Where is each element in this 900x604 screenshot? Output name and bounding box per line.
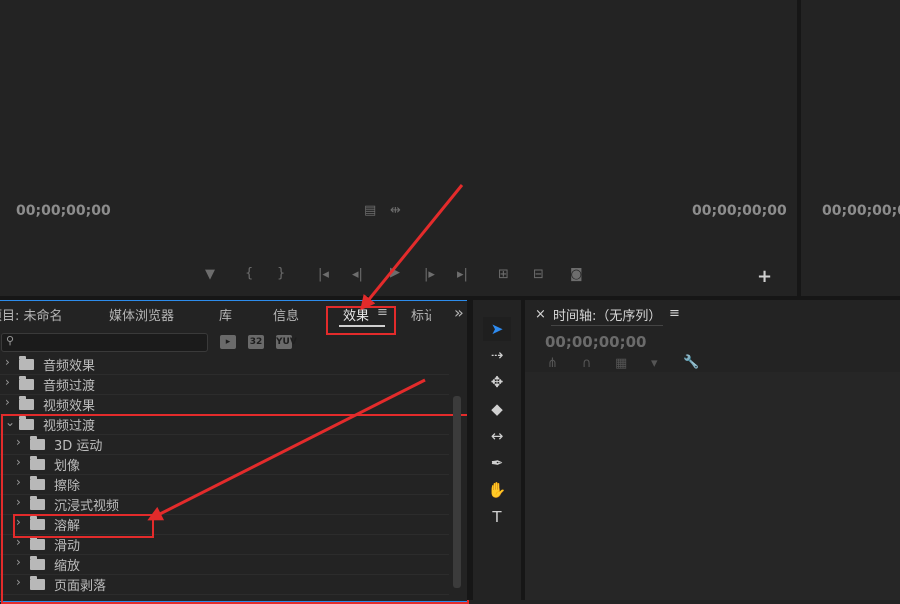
add-marker-icon[interactable]: ▾ <box>651 356 658 371</box>
overwrite-icon[interactable]: ⊟ <box>533 267 544 282</box>
timeline-timecode[interactable]: 00;00;00;00 <box>545 333 647 351</box>
program-timecode-right[interactable]: 00;00;00;00 <box>822 203 900 219</box>
timeline-title[interactable]: 时间轴:（无序列） <box>553 305 661 324</box>
folder-icon <box>19 376 34 390</box>
step-back-icon[interactable]: ◂| <box>352 267 363 282</box>
tab-markers[interactable]: 标记 <box>411 305 431 324</box>
yuv-effects-badge[interactable]: YUV <box>276 335 297 349</box>
source-monitor: 00;00;00;00 ▤ ⇹ 00;00;00;00 ▼ { } |◂ ◂| … <box>0 0 797 296</box>
overflow-chevron-icon[interactable]: » <box>454 303 464 322</box>
source-timecode[interactable]: 00;00;00;00 <box>16 203 111 219</box>
timeline-panel: × 时间轴:（无序列） ≡ 00;00;00;00 ⋔ ∩ ▦ ▾ 🔧 <box>525 300 900 600</box>
go-to-in-icon[interactable]: |◂ <box>318 267 329 282</box>
settings-icon[interactable]: ⇹ <box>390 203 401 218</box>
tab-project[interactable]: 项目: 未命名 <box>0 305 63 324</box>
timeline-track-area[interactable] <box>525 372 900 600</box>
play-icon[interactable]: ▶ <box>390 265 400 280</box>
folder-icon <box>19 356 34 370</box>
slip-tool-icon[interactable]: ↔ <box>483 424 511 448</box>
export-frame-icon[interactable]: ▤ <box>364 203 376 218</box>
annotation-box-video-transitions <box>1 414 469 604</box>
track-select-tool-icon[interactable]: ⇢ <box>483 343 511 367</box>
chevron-right-icon[interactable]: › <box>5 375 10 389</box>
tree-item-label: 视频效果 <box>43 399 96 414</box>
effects-panel: 项目: 未命名 媒体浏览器 库 信息 效果 ≡ 标记 » ⚲ ▸ 32 YUV … <box>0 300 469 604</box>
selection-tool-icon[interactable]: ➤ <box>483 317 511 341</box>
hand-tool-icon[interactable]: ✋ <box>483 478 511 502</box>
linked-selection-icon[interactable]: ▦ <box>615 356 627 371</box>
type-tool-icon[interactable]: T <box>483 505 511 529</box>
tree-item-video-effects[interactable]: › 视频效果 <box>0 394 449 415</box>
tree-item-label: 音频效果 <box>43 359 96 374</box>
marker-icon[interactable]: ▼ <box>205 267 215 282</box>
effects-search-input[interactable]: ⚲ <box>1 333 208 352</box>
annotation-box-effects-tab <box>326 306 396 335</box>
snap-icon[interactable]: ∩ <box>582 356 592 371</box>
timeline-menu-icon[interactable]: ≡ <box>669 306 680 321</box>
nest-icon[interactable]: ⋔ <box>547 356 558 371</box>
pen-tool-icon[interactable]: ✒ <box>483 451 511 475</box>
tree-item-audio-transitions[interactable]: › 音频过渡 <box>0 374 449 395</box>
camera-icon[interactable]: ◙ <box>570 267 583 282</box>
wrench-icon[interactable]: 🔧 <box>683 355 699 370</box>
tab-info[interactable]: 信息 <box>273 305 299 324</box>
go-to-out-icon[interactable]: ▸| <box>457 267 468 282</box>
mark-in-icon[interactable]: { <box>245 266 253 281</box>
step-forward-icon[interactable]: |▸ <box>424 267 435 282</box>
mark-out-icon[interactable]: } <box>277 266 285 281</box>
chevron-right-icon[interactable]: › <box>5 395 10 409</box>
program-monitor: 00;00;00;00 <box>801 0 900 296</box>
folder-icon <box>19 396 34 410</box>
32-bit-effects-badge[interactable]: 32 <box>248 335 264 349</box>
timeline-title-underline <box>551 325 663 326</box>
program-timecode-left[interactable]: 00;00;00;00 <box>692 203 787 219</box>
insert-icon[interactable]: ⊞ <box>498 267 509 282</box>
tab-media-browser[interactable]: 媒体浏览器 <box>109 305 174 324</box>
tools-panel: ➤ ⇢ ✥ ◆ ↔ ✒ ✋ T <box>473 300 521 600</box>
accelerated-effects-icon[interactable]: ▸ <box>220 335 236 349</box>
tab-libraries[interactable]: 库 <box>219 305 232 324</box>
timeline-close-icon[interactable]: × <box>535 307 546 322</box>
tree-item-audio-effects[interactable]: › 音频效果 <box>0 354 449 375</box>
annotation-box-dissolve <box>13 514 154 538</box>
search-icon: ⚲ <box>6 334 15 347</box>
ripple-edit-tool-icon[interactable]: ✥ <box>483 370 511 394</box>
tree-item-label: 音频过渡 <box>43 379 96 394</box>
razor-tool-icon[interactable]: ◆ <box>483 397 511 421</box>
add-button[interactable]: + <box>757 266 772 287</box>
scrollbar-thumb[interactable] <box>453 396 461 588</box>
chevron-right-icon[interactable]: › <box>5 355 10 369</box>
